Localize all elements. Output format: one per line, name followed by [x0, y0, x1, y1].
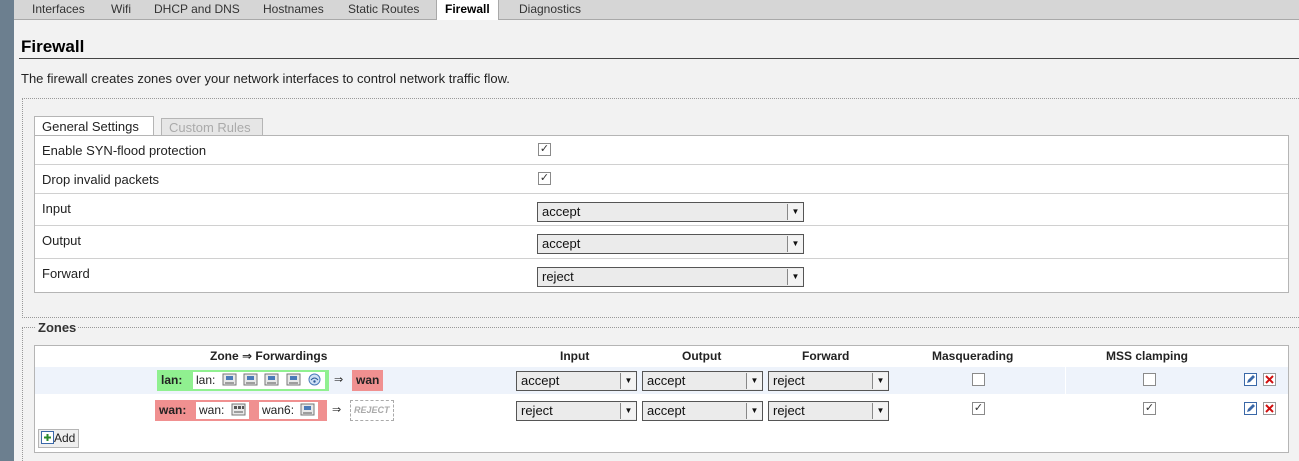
wan-input-value: reject: [521, 403, 553, 418]
chevron-down-icon: ▼: [872, 403, 888, 419]
network-wan6: wan6:: [259, 402, 319, 419]
syn-flood-label: Enable SYN-flood protection: [42, 143, 207, 158]
tab-firewall[interactable]: Firewall: [436, 0, 499, 21]
setting-row-forward: Forward reject ▼: [35, 259, 1288, 293]
forward-target-reject: REJECT: [350, 400, 394, 421]
wifi-icon: [308, 373, 321, 386]
ethernet-icon: [286, 373, 301, 386]
chevron-down-icon: ▼: [620, 403, 636, 419]
wan-output-select[interactable]: accept ▼: [642, 401, 763, 421]
top-tab-bar: Interfaces Wifi DHCP and DNS Hostnames S…: [14, 0, 1299, 21]
header-masquerading: Masquerading: [932, 349, 1014, 363]
chevron-down-icon: ▼: [787, 269, 803, 285]
ethernet-icon: [264, 373, 279, 386]
tab-wifi[interactable]: Wifi: [103, 0, 139, 20]
forward-arrow: ⇒: [332, 404, 342, 416]
network-wan-label: wan:: [199, 403, 225, 417]
header-mss-clamping: MSS clamping: [1106, 349, 1189, 363]
zone-wan-name: wan:: [159, 403, 187, 417]
lan-forward-value: reject: [773, 373, 805, 388]
tab-interfaces[interactable]: Interfaces: [24, 0, 93, 20]
edit-icon[interactable]: [1244, 373, 1257, 386]
chevron-down-icon: ▼: [746, 373, 762, 389]
setting-row-output: Output accept ▼: [35, 226, 1288, 259]
chevron-down-icon: ▼: [787, 204, 803, 220]
forward-policy-select[interactable]: reject ▼: [537, 267, 804, 287]
tab-hostnames[interactable]: Hostnames: [255, 0, 332, 20]
output-policy-select[interactable]: accept ▼: [537, 234, 804, 254]
main-panel: Interfaces Wifi DHCP and DNS Hostnames S…: [14, 0, 1299, 461]
ethernet-icon: [243, 373, 258, 386]
input-label: Input: [42, 201, 71, 216]
input-policy-value: accept: [542, 204, 581, 219]
output-label: Output: [42, 233, 82, 248]
wan-mss-clamping-checkbox[interactable]: ✓: [1143, 402, 1156, 415]
output-policy-value: accept: [542, 236, 581, 251]
chevron-down-icon: ▼: [872, 373, 888, 389]
drop-invalid-checkbox[interactable]: ✓: [538, 172, 551, 185]
ethernet-switch-icon: [231, 403, 246, 416]
input-policy-select[interactable]: accept ▼: [537, 202, 804, 222]
forward-arrow: ⇒: [334, 374, 344, 386]
setting-row-input: Input accept ▼: [35, 194, 1288, 226]
wan-forward-select[interactable]: reject ▼: [768, 401, 889, 421]
setting-row-syn-flood: Enable SYN-flood protection ✓: [35, 136, 1288, 165]
zone-lan-badge: lan: lan:: [157, 370, 329, 391]
add-zone-label: Add: [54, 431, 76, 445]
drop-invalid-label: Drop invalid packets: [42, 172, 160, 187]
header-output: Output: [682, 349, 722, 363]
delete-icon[interactable]: [1263, 373, 1276, 386]
header-zone-forwardings: Zone ⇒ Forwardings: [210, 349, 328, 363]
ethernet-icon: [300, 403, 315, 416]
page-title: Firewall: [21, 37, 85, 56]
zone-lan-name: lan:: [161, 373, 183, 387]
forward-label: Forward: [42, 266, 90, 281]
tab-dhcp-dns[interactable]: DHCP and DNS: [146, 0, 248, 20]
wan-input-select[interactable]: reject ▼: [516, 401, 637, 421]
tab-static-routes[interactable]: Static Routes: [340, 0, 427, 20]
delete-icon[interactable]: [1263, 402, 1276, 415]
lan-forward-select[interactable]: reject ▼: [768, 371, 889, 391]
lan-input-select[interactable]: accept ▼: [516, 371, 637, 391]
wan-masquerading-checkbox[interactable]: ✓: [972, 402, 985, 415]
zone-wan-badge: wan: wan: wan6:: [155, 400, 327, 421]
ethernet-icon: [222, 373, 237, 386]
chevron-down-icon: ▼: [746, 403, 762, 419]
lan-input-value: accept: [521, 373, 560, 388]
lan-output-value: accept: [647, 373, 686, 388]
add-zone-button[interactable]: Add: [38, 429, 80, 448]
page-description: The firewall creates zones over your net…: [21, 71, 510, 86]
network-wan6-label: wan6:: [262, 403, 295, 417]
chevron-down-icon: ▼: [620, 373, 636, 389]
wan-output-value: accept: [647, 403, 686, 418]
chevron-down-icon: ▼: [787, 236, 803, 252]
title-divider: [19, 58, 1299, 59]
header-forward: Forward: [802, 349, 850, 363]
forward-target-wan: wan: [352, 370, 384, 391]
zones-legend: Zones: [36, 320, 79, 335]
wan-forward-value: reject: [773, 403, 805, 418]
header-input: Input: [560, 349, 590, 363]
add-icon: [41, 431, 54, 444]
lan-output-select[interactable]: accept ▼: [642, 371, 763, 391]
network-lan: lan:: [193, 372, 326, 389]
lan-masquerading-checkbox[interactable]: [972, 373, 985, 386]
edit-icon[interactable]: [1244, 402, 1257, 415]
setting-row-drop-invalid: Drop invalid packets ✓: [35, 165, 1288, 194]
lan-mss-clamping-checkbox[interactable]: [1143, 373, 1156, 386]
forward-policy-value: reject: [542, 269, 574, 284]
tab-diagnostics[interactable]: Diagnostics: [511, 0, 589, 20]
general-settings-table: Enable SYN-flood protection ✓ Drop inval…: [34, 135, 1289, 293]
network-lan-label: lan:: [196, 373, 216, 387]
network-wan: wan:: [196, 402, 249, 419]
syn-flood-checkbox[interactable]: ✓: [538, 143, 551, 156]
